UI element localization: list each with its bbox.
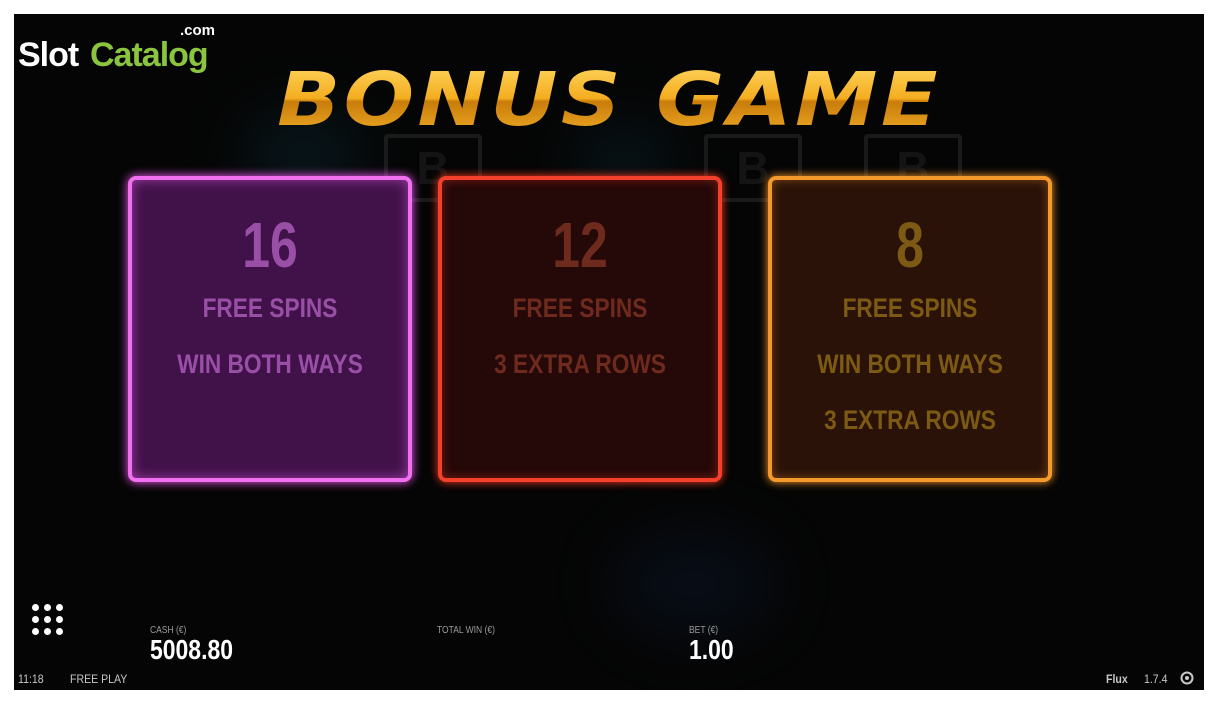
- option-line: 3 EXTRA ROWS: [494, 349, 666, 379]
- option-line: FREE SPINS: [842, 293, 978, 323]
- game-version: 1.7.4: [1144, 672, 1168, 686]
- clock-time: 11:18: [18, 672, 44, 686]
- bonus-option-8-spins[interactable]: 8 FREE SPINS WIN BOTH WAYS 3 EXTRA ROWS: [768, 176, 1052, 482]
- option-line: 3 EXTRA ROWS: [824, 405, 996, 435]
- option-line: FREE SPINS: [202, 293, 338, 323]
- game-name: Flux: [1106, 672, 1128, 686]
- grid-menu-icon[interactable]: [32, 604, 64, 636]
- play-mode: FREE PLAY: [70, 672, 128, 686]
- bonus-option-16-spins[interactable]: 16 FREE SPINS WIN BOTH WAYS: [128, 176, 412, 482]
- spin-count: 16: [242, 209, 298, 281]
- option-line: FREE SPINS: [512, 293, 648, 323]
- option-line: WIN BOTH WAYS: [177, 349, 363, 379]
- bonus-option-12-spins[interactable]: 12 FREE SPINS 3 EXTRA ROWS: [438, 176, 722, 482]
- spin-count: 12: [552, 209, 608, 281]
- settings-icon[interactable]: [1180, 671, 1194, 685]
- cash-value: 5008.80: [150, 634, 233, 665]
- total-win-label: TOTAL WIN (€): [437, 625, 495, 636]
- bet-value[interactable]: 1.00: [689, 634, 734, 666]
- bonus-game-title: BONUS GAME: [14, 60, 1204, 140]
- game-screen: B B B Slot Catalog .com BONUS GAME 16 FR…: [14, 14, 1204, 690]
- watermark-com-text: .com: [180, 22, 216, 39]
- spin-count: 8: [896, 209, 924, 281]
- option-line: WIN BOTH WAYS: [817, 349, 1003, 379]
- background-glow: [614, 534, 774, 634]
